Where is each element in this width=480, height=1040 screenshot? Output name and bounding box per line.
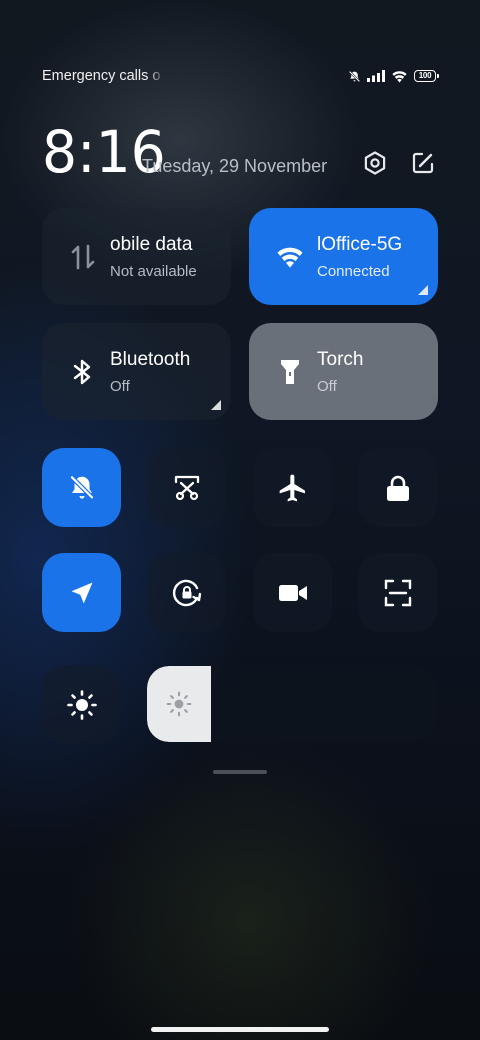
settings-icon xyxy=(364,151,386,175)
location-arrow-icon xyxy=(71,582,92,603)
status-icons: 100 xyxy=(348,70,439,83)
rotate-lock-icon xyxy=(172,579,201,606)
tile-wifi-subtitle: Connected xyxy=(317,263,390,280)
auto-brightness-button[interactable] xyxy=(42,665,121,744)
airplane-icon xyxy=(279,474,305,501)
bell-off-icon xyxy=(69,475,94,499)
signal-icon xyxy=(367,70,385,82)
bluetooth-icon xyxy=(68,357,98,387)
tile-mobile-data-subtitle: Not available xyxy=(110,263,197,280)
scan-frame-icon xyxy=(384,579,411,606)
lock-icon xyxy=(386,475,409,501)
tile-torch[interactable]: Torch Off xyxy=(249,323,438,420)
wifi-icon xyxy=(391,70,408,83)
header-actions xyxy=(362,150,436,176)
drag-handle[interactable] xyxy=(213,770,267,774)
tile-bluetooth-expand-icon[interactable] xyxy=(211,400,221,410)
date: Tuesday, 29 November xyxy=(142,156,328,176)
tile-torch-subtitle: Off xyxy=(317,378,337,395)
battery-icon: 100 xyxy=(414,70,439,82)
torch-icon xyxy=(275,357,305,387)
tile-wifi[interactable]: lOffice-5G Connected xyxy=(249,208,438,305)
tile-bluetooth[interactable]: Bluetooth Off xyxy=(42,323,231,420)
home-indicator[interactable] xyxy=(151,1027,329,1032)
mute-notifications-icon xyxy=(348,70,361,83)
tile-wifi-expand-icon[interactable] xyxy=(418,285,428,295)
tile-mobile-data[interactable]: obile data Not available xyxy=(42,208,231,305)
toggle-silent[interactable] xyxy=(42,448,121,527)
data-arrows-icon xyxy=(68,242,98,272)
video-camera-icon xyxy=(278,584,307,601)
status-bar: Emergency calls o 100 xyxy=(42,66,439,86)
battery-level: 100 xyxy=(418,71,432,80)
toggle-location[interactable] xyxy=(42,553,121,632)
edit-button[interactable] xyxy=(410,150,436,176)
toggle-scanner[interactable] xyxy=(358,553,437,632)
tile-bluetooth-subtitle: Off xyxy=(110,378,130,395)
header: 8:16 Tuesday, 29 November xyxy=(42,120,436,184)
toggle-airplane-mode[interactable] xyxy=(253,448,332,527)
toggle-screen-recorder[interactable] xyxy=(253,553,332,632)
sun-icon xyxy=(166,691,192,717)
toggle-screenshot[interactable] xyxy=(147,448,226,527)
tile-wifi-title: lOffice-5G xyxy=(317,234,403,255)
scissors-icon xyxy=(174,475,199,500)
sun-icon xyxy=(66,689,97,720)
settings-button[interactable] xyxy=(362,150,388,176)
brightness-slider[interactable] xyxy=(147,666,437,742)
tile-mobile-data-title: obile data xyxy=(110,234,193,255)
toggle-rotation-lock[interactable] xyxy=(147,553,226,632)
wifi-icon xyxy=(275,242,305,272)
toggle-lock-screen[interactable] xyxy=(358,448,437,527)
carrier-text: Emergency calls o xyxy=(42,68,161,84)
tile-bluetooth-title: Bluetooth xyxy=(110,349,191,370)
tile-torch-title: Torch xyxy=(317,349,364,370)
brightness-fill xyxy=(147,666,211,742)
edit-icon xyxy=(412,152,434,174)
